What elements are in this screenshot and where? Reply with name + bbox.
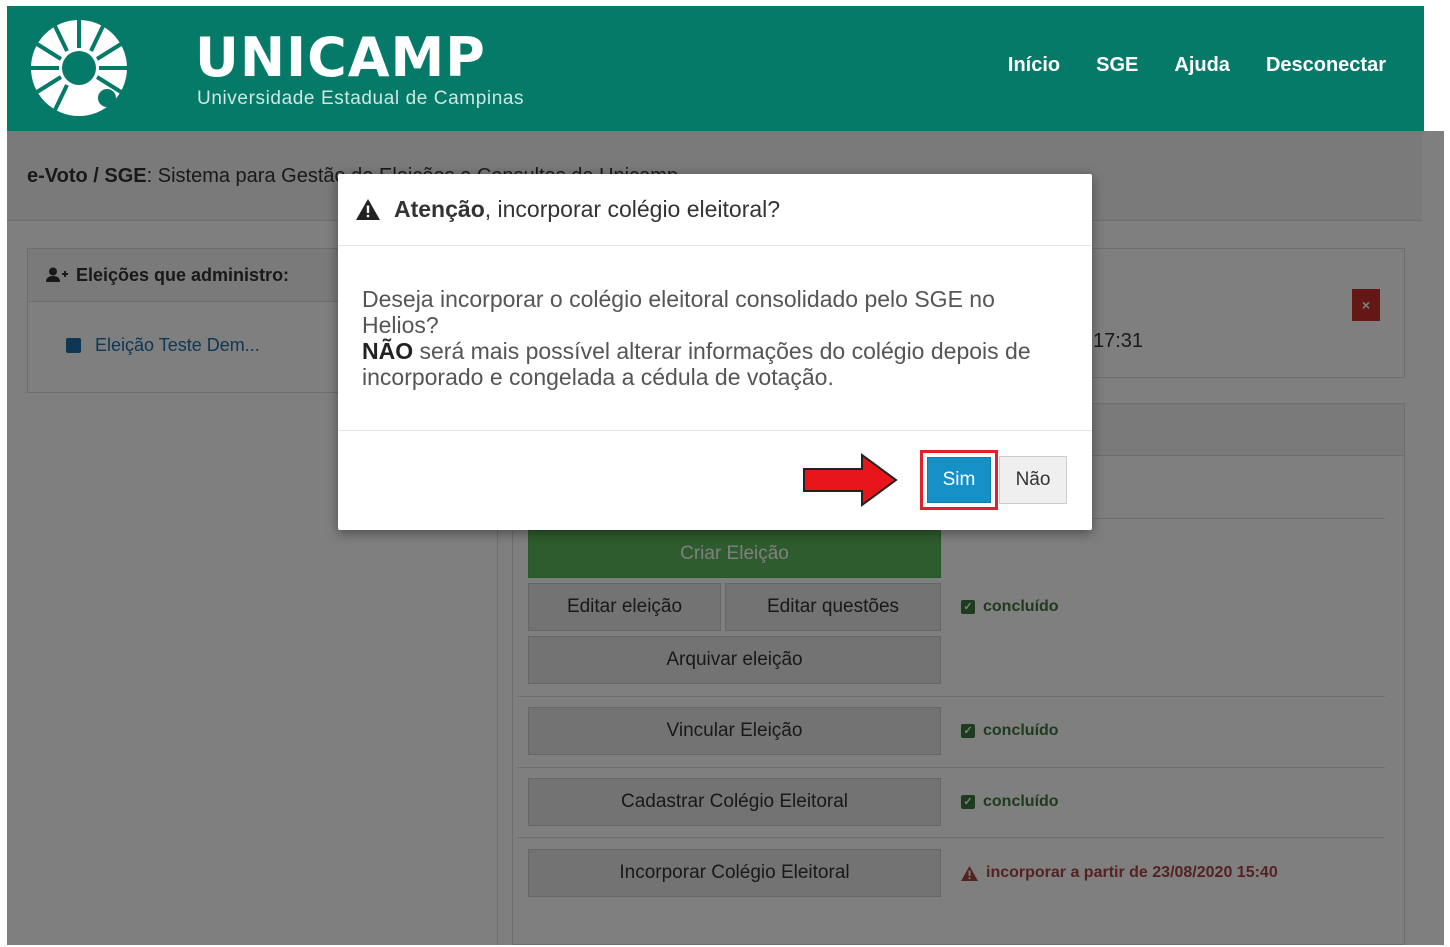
brand-subtitle: Universidade Estadual de Campinas [197, 88, 525, 109]
red-arrow-annotation [803, 453, 898, 507]
confirm-yes-button[interactable]: Sim [927, 457, 991, 503]
dialog-title: , incorporar colégio eleitoral? [484, 196, 781, 222]
dialog-body: Deseja incorporar o colégio eleitoral co… [362, 286, 1072, 390]
warning-icon [356, 199, 380, 220]
dialog-warning: NÃO será mais possível alterar informaçõ… [362, 338, 1072, 390]
dialog-question: Deseja incorporar o colégio eleitoral co… [362, 286, 995, 338]
unicamp-logo[interactable] [29, 18, 129, 118]
dialog-warning-strong: NÃO [362, 338, 414, 364]
nav-link-sge[interactable]: SGE [1096, 54, 1138, 77]
confirm-no-button[interactable]: Não [999, 456, 1067, 504]
dialog-warning-text: será mais possível alterar informações d… [362, 338, 1031, 390]
dialog-header: Atenção, incorporar colégio eleitoral? [338, 174, 1092, 246]
brand-title[interactable]: UNICAMP [195, 30, 486, 86]
dialog-footer-divider [338, 430, 1092, 431]
top-navbar: UNICAMP Universidade Estadual de Campina… [7, 6, 1424, 131]
nav-link-inicio[interactable]: Início [1008, 54, 1060, 77]
main-nav: Início SGE Ajuda Desconectar [1008, 54, 1386, 77]
nav-link-desconectar[interactable]: Desconectar [1266, 54, 1386, 77]
dialog-title-strong: Atenção [394, 196, 485, 222]
confirm-dialog: Atenção, incorporar colégio eleitoral? D… [338, 174, 1092, 530]
nav-link-ajuda[interactable]: Ajuda [1174, 54, 1230, 77]
